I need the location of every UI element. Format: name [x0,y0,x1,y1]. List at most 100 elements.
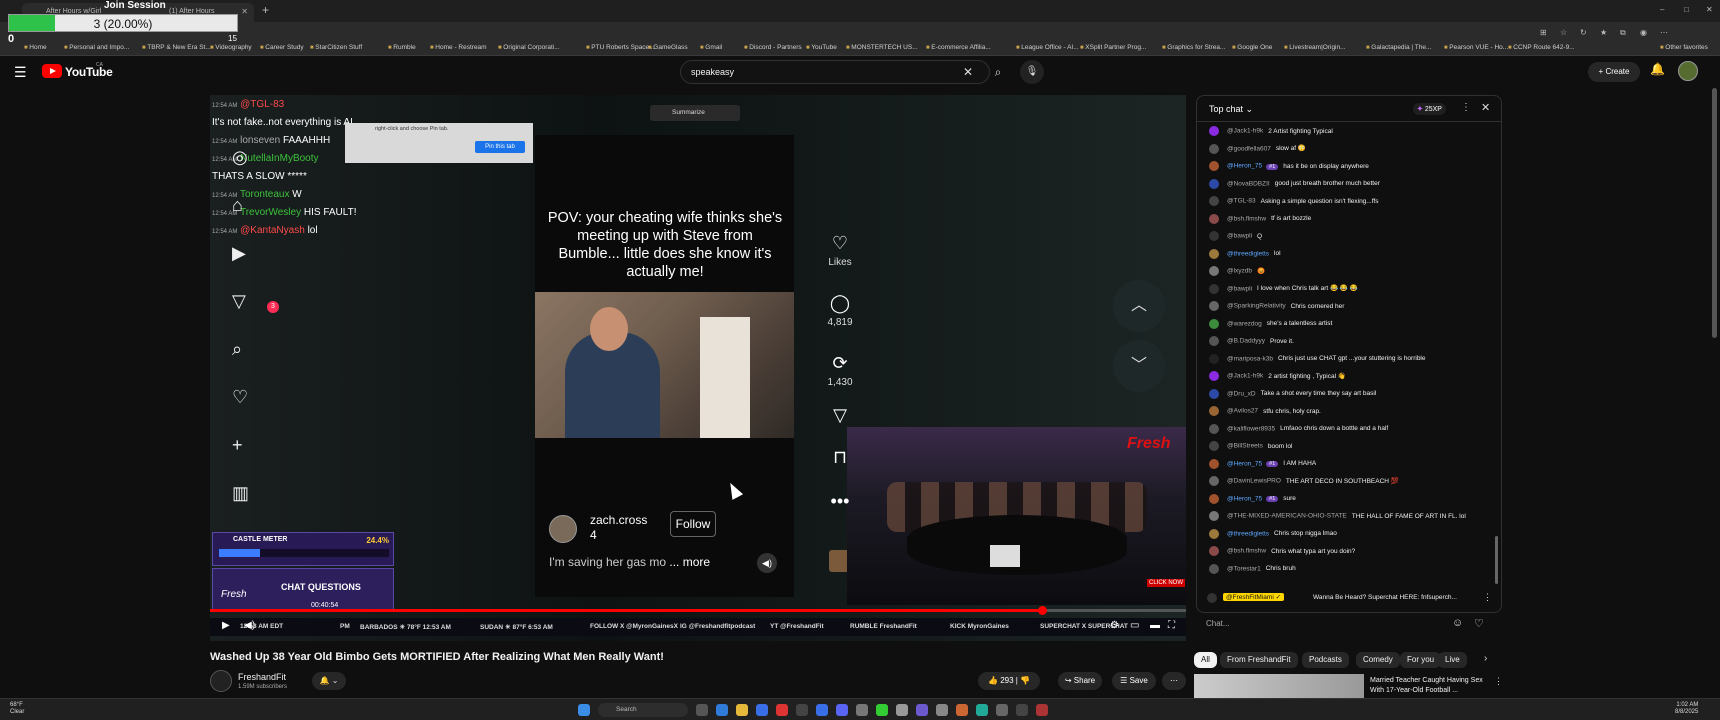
bookmark-item[interactable]: Livestream|Origin... [1284,44,1345,51]
volume-icon[interactable]: ◀) [757,553,777,573]
chat-message[interactable]: @bawpli I love when Chris talk art 😂 😂 😂 [1209,283,1358,298]
star-icon[interactable]: ☆ [1560,28,1567,37]
chat-close-icon[interactable]: ✕ [1481,101,1490,114]
obs-icon[interactable] [1016,704,1028,716]
bookmark-item[interactable]: Personal and Impo... [64,44,129,51]
start-icon[interactable] [578,704,590,716]
chat-avatar[interactable] [1209,318,1219,329]
extension-icon[interactable]: ⊞ [1540,28,1547,37]
refresh-icon[interactable]: ↻ [1580,28,1587,37]
clear-search-icon[interactable]: ✕ [963,65,973,79]
filter-chip[interactable]: From FreshandFit [1220,652,1298,668]
chat-message[interactable]: @lxyzdb 😡 [1209,266,1265,280]
chat-menu-icon[interactable]: ⋮ [1461,102,1471,113]
channel-name[interactable]: FreshandFit [238,672,286,682]
app-icon[interactable] [956,704,968,716]
chat-message[interactable]: @threedigletts lol [1209,248,1281,263]
subscription-bell-button[interactable]: 🔔 ⌄ [312,672,346,690]
search-input[interactable]: speakeasy [691,67,734,77]
chat-author[interactable]: @Avilos27 [1227,408,1258,415]
bookmark-item[interactable]: Discord - Partners [744,44,801,51]
playback-scrubber[interactable] [1037,606,1047,615]
search-icon[interactable]: ⌕ [232,339,242,360]
comment-icon[interactable]: ◯ [810,293,870,314]
summarize-button[interactable]: Summarize [650,105,740,121]
bookmark-item[interactable]: Career Study [260,44,303,51]
chat-avatar[interactable] [1209,406,1219,416]
send-action[interactable]: ▽ [810,405,870,426]
bookmark-item[interactable]: E-commerce Affilia... [926,44,990,51]
chat-avatar[interactable] [1209,353,1219,364]
favorites-heart-icon[interactable]: ♡ [232,387,248,408]
pin-tab-button[interactable]: Pin this tab [475,141,525,153]
app-icon[interactable] [896,704,908,716]
bookmark-item[interactable]: GameGlass [648,44,687,51]
filter-chip[interactable]: Live [1438,652,1467,668]
chat-message[interactable]: @goodfella607 slow af 😳 [1209,143,1306,158]
youtube-app-icon[interactable] [776,704,788,716]
play-button-icon[interactable]: ▶ [222,620,230,631]
chat-author[interactable]: @bawpli [1227,233,1252,240]
chat-author[interactable]: @kaliflower8935 [1227,425,1275,432]
filter-chip[interactable]: Podcasts [1302,652,1349,668]
chat-avatar[interactable] [1209,423,1219,434]
maximize-icon[interactable]: □ [1684,5,1689,14]
pinned-menu-icon[interactable]: ⋮ [1483,592,1492,603]
chat-avatar[interactable] [1209,266,1219,276]
chat-avatar[interactable] [1209,371,1219,381]
bookmark-item[interactable]: Other favorites [1660,44,1708,51]
video-player[interactable]: 12:54 AM @TGL-83 It's not fake..not ever… [210,95,1186,641]
recommended-video[interactable]: Married Teacher Caught Having Sex With 1… [1194,674,1504,698]
search-icon[interactable]: ⌕ [986,60,1010,84]
app-icon[interactable] [936,704,948,716]
comment-action[interactable]: ◯ 4,819 [810,293,870,328]
chat-avatar[interactable] [1209,336,1219,346]
microphone-icon[interactable]: 🎙 [1020,60,1044,84]
chat-avatar[interactable] [1209,458,1219,469]
chat-message[interactable]: @bsh.flmshw Chris what typa art you doin? [1209,546,1355,560]
chat-message[interactable]: @BillStreets boom lol [1209,441,1292,455]
bookmark-item[interactable]: Home - Restream [430,44,486,51]
previous-video-chevron-up-icon[interactable]: ︿ [1113,280,1165,332]
volume-control-icon[interactable]: ◀) [244,620,255,631]
new-tab-button[interactable]: + [262,3,269,17]
chat-scrollbar[interactable] [1495,536,1498,584]
bookmark-icon[interactable]: ⊓ [810,447,870,468]
chat-author[interactable]: @Heron_75 [1227,460,1262,467]
chat-message[interactable]: @DavinLewisPRO THE ART DECO IN SOUTHBEACH… [1209,476,1399,490]
weather-widget[interactable]: 68°F Clear [10,702,24,716]
chat-message[interactable]: @Jack1-h9k 2 artist fighting , Typical 👋 [1209,371,1346,385]
chat-author[interactable]: @Torestar1 [1227,565,1261,572]
chat-avatar[interactable] [1209,248,1219,259]
file-explorer-icon[interactable] [736,704,748,716]
chat-avatar[interactable] [1209,493,1219,504]
bookmark-item[interactable]: TBRP & New Era St... [142,44,210,51]
chat-message[interactable]: @kaliflower8935 Lmfaoo chris down a bottl… [1209,423,1388,438]
bookmark-item[interactable]: Pearson VUE - Ho... [1444,44,1508,51]
chat-message[interactable]: @Heron_75 #1 I AM HAHA [1209,458,1316,473]
chat-author[interactable]: @goodfella607 [1227,145,1271,152]
chat-message[interactable]: @Jack1-h9k 2 Artist fighting Typical [1209,126,1333,140]
amazon-icon[interactable] [796,704,808,716]
collections-icon[interactable]: ⧉ [1620,28,1626,38]
send-icon[interactable]: ▽ [810,405,870,426]
chat-author[interactable]: @mariposa-k3b [1227,355,1273,362]
home-icon[interactable]: ⌂ [232,195,243,216]
chat-message[interactable]: @threedigletts Chris stop nigga lmao [1209,528,1337,543]
app-icon[interactable] [1036,704,1048,716]
chat-avatar[interactable] [1209,213,1219,224]
bookmark-item[interactable]: Original Corporati... [498,44,559,51]
chat-author[interactable]: @threedigletts [1227,530,1269,537]
chat-avatar[interactable] [1209,476,1219,486]
discord-icon[interactable] [836,704,848,716]
app-icon[interactable] [996,704,1008,716]
chat-message[interactable]: @Heron_75 #1 has it be on display anywhere [1209,161,1369,175]
bookmark-item[interactable]: Graphics for Strea... [1162,44,1225,51]
chat-author[interactable]: @BillStreets [1227,443,1263,450]
theater-mode-icon[interactable]: ▬ [1150,620,1160,631]
bookmark-item[interactable]: Videography [210,44,251,51]
next-video-chevron-down-icon[interactable]: ﹀ [1113,340,1165,392]
chat-author[interactable]: @warezdog [1227,320,1262,327]
bookmark-action[interactable]: ⊓ [810,447,870,468]
more-icon[interactable]: ••• [810,491,870,512]
